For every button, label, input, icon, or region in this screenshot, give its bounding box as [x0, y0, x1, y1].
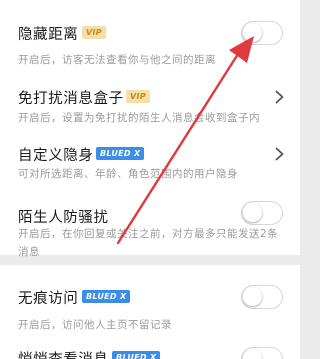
annotation-arrow	[116, 36, 254, 245]
arrow-head	[229, 36, 254, 63]
arrow-shaft	[116, 52, 240, 245]
